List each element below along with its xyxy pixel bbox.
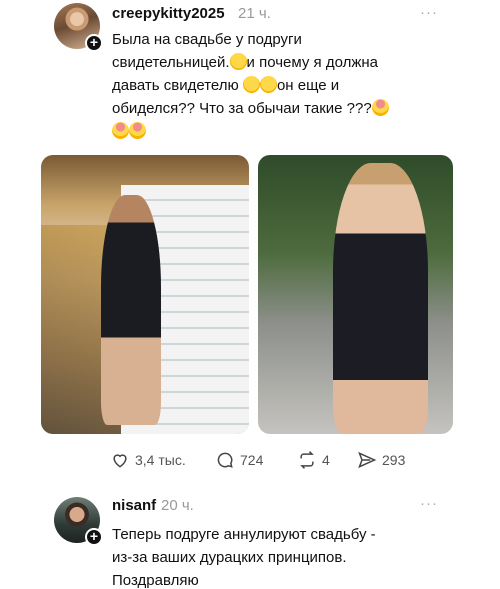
reply-author-name[interactable]: nisanf bbox=[112, 497, 156, 514]
repost-count: 4 bbox=[322, 452, 330, 468]
post-text-segment: обиделся?? Что за обычаи такие ??? bbox=[112, 100, 372, 117]
post-text-line: давать свидетелю он еще и bbox=[112, 74, 432, 97]
photo-woman-figure bbox=[101, 195, 161, 425]
post-text: Была на свадьбе у подруги свидетельницей… bbox=[112, 28, 432, 143]
post-more-icon[interactable]: ··· bbox=[420, 4, 438, 21]
post-text-segment: и почему я должна bbox=[246, 54, 379, 71]
reply-more-icon[interactable]: ··· bbox=[420, 495, 438, 512]
heart-icon bbox=[113, 454, 127, 468]
sad-face-emoji-icon bbox=[229, 53, 247, 70]
reply-text-line: Поздравляю bbox=[112, 572, 199, 589]
follow-plus-icon[interactable]: + bbox=[85, 34, 103, 52]
post-text-line bbox=[112, 120, 432, 143]
repost-icon bbox=[300, 451, 314, 469]
post-text-line: Была на свадьбе у подруги bbox=[112, 31, 302, 48]
exploding-head-emoji-icon bbox=[129, 122, 146, 139]
post-actions-bar: 3,4 тыс. 724 4 293 bbox=[0, 450, 500, 478]
repost-button[interactable]: 4 bbox=[297, 450, 330, 470]
post-text-segment: он еще и bbox=[276, 77, 340, 94]
send-icon bbox=[358, 451, 377, 469]
post-text-segment: давать свидетелю bbox=[112, 77, 239, 94]
sad-face-emoji-icon bbox=[242, 76, 260, 93]
post-photo-stairs[interactable] bbox=[41, 155, 249, 434]
comment-button[interactable]: 724 bbox=[215, 450, 263, 470]
post-text-line: свидетельницей. и почему я должна bbox=[112, 51, 432, 74]
post-time: 21 ч. bbox=[238, 5, 271, 22]
comment-count: 724 bbox=[240, 452, 264, 468]
exploding-head-emoji-icon bbox=[371, 99, 389, 116]
exploding-head-emoji-icon bbox=[112, 122, 129, 139]
reply-text-line: Теперь подруге аннулируют свадьбу - bbox=[112, 526, 376, 543]
share-button[interactable]: 293 bbox=[357, 450, 405, 470]
follow-plus-icon[interactable]: + bbox=[85, 528, 103, 546]
photo-woman-figure bbox=[333, 163, 428, 434]
like-button[interactable]: 3,4 тыс. bbox=[110, 450, 186, 470]
post-text-line: обиделся?? Что за обычаи такие ??? bbox=[112, 97, 432, 120]
sad-face-emoji-icon bbox=[259, 76, 277, 93]
post-photo-outdoor[interactable] bbox=[258, 155, 453, 434]
reply-text-line: из-за ваших дурацких принципов. bbox=[112, 549, 347, 566]
share-count: 293 bbox=[382, 452, 406, 468]
post-author-name[interactable]: creepykitty2025 bbox=[112, 5, 225, 22]
reply-time: 20 ч. bbox=[161, 497, 194, 514]
like-count: 3,4 тыс. bbox=[135, 452, 186, 468]
reply-text: Теперь подруге аннулируют свадьбу - из-з… bbox=[112, 523, 432, 589]
post-text-segment: свидетельницей. bbox=[112, 54, 230, 71]
comment-icon bbox=[217, 452, 233, 468]
